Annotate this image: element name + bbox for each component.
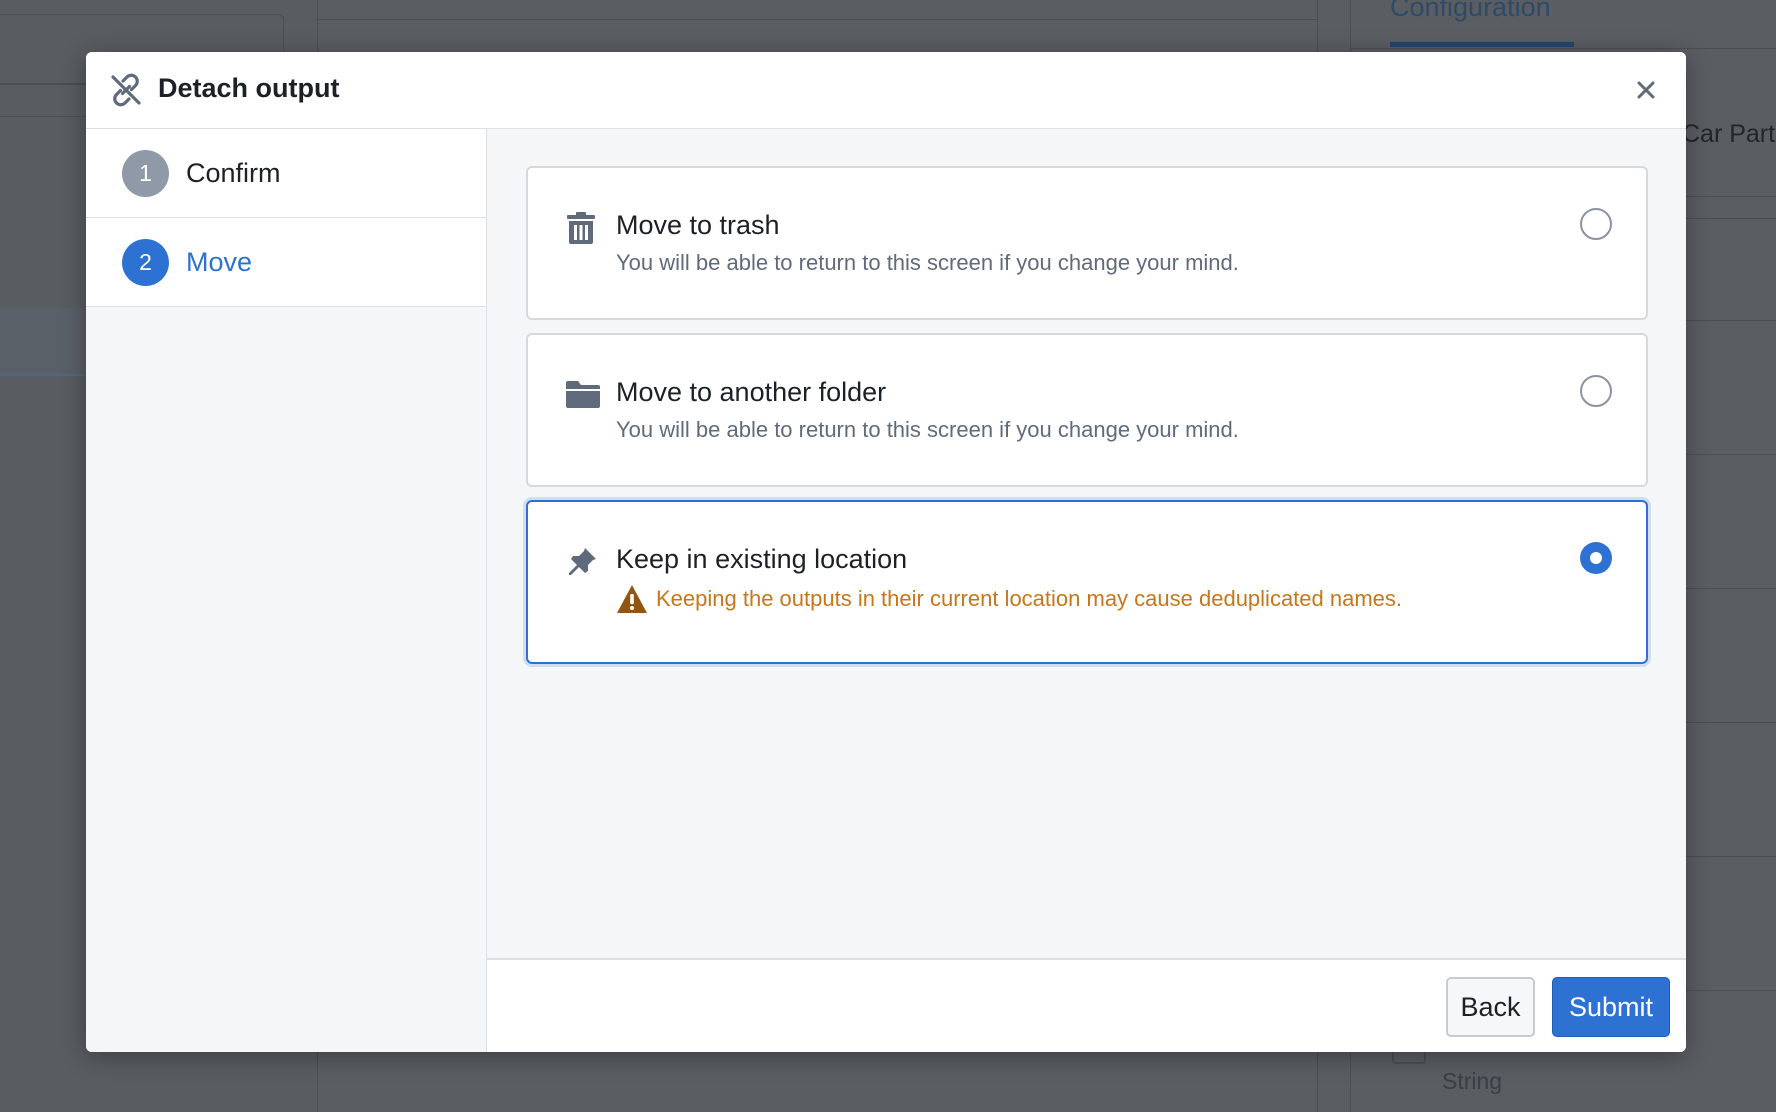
option-title: Move to trash [616, 210, 780, 240]
background-string-label: String [1442, 1068, 1503, 1094]
option-description: You will be able to return to this scree… [616, 250, 1239, 275]
background-divider [0, 84, 86, 85]
warning-triangle-icon [617, 585, 647, 613]
steps-sidebar: 1 Confirm 2 Move [86, 129, 487, 1052]
option-description: You will be able to return to this scree… [616, 417, 1239, 442]
background-tab-underline [1390, 42, 1574, 47]
background-car-part-text: Car Part [1682, 120, 1776, 148]
option-move-to-trash[interactable]: Move to trash You will be able to return… [526, 166, 1648, 320]
close-icon [1637, 81, 1655, 99]
radio-keep-in-existing-location[interactable] [1580, 542, 1612, 574]
option-keep-in-existing-location[interactable]: Keep in existing location Keeping the ou… [526, 500, 1648, 664]
step-number-badge: 2 [122, 238, 169, 286]
step-label: Confirm [186, 157, 281, 188]
background-center-header [318, 0, 1318, 20]
option-title: Move to another folder [616, 377, 887, 407]
dialog-header: Detach output [86, 52, 1686, 129]
background-configuration-tab: Configuration [1390, 0, 1551, 22]
option-warning: Keeping the outputs in their current loc… [616, 584, 1402, 614]
option-move-to-another-folder[interactable]: Move to another folder You will be able … [526, 333, 1648, 487]
step-confirm[interactable]: 1 Confirm [86, 129, 486, 218]
step-move[interactable]: 2 Move [86, 218, 486, 307]
submit-button[interactable]: Submit [1552, 977, 1670, 1037]
background-selected-row [0, 308, 86, 376]
detach-output-dialog: Detach output 1 Confirm 2 Move Move to t… [86, 52, 1686, 1052]
folder-icon [566, 379, 600, 411]
warning-text: Keeping the outputs in their current loc… [656, 586, 1403, 611]
back-button[interactable]: Back [1446, 977, 1535, 1037]
background-divider [0, 116, 86, 117]
close-button[interactable] [1630, 74, 1662, 106]
radio-move-to-trash[interactable] [1580, 208, 1612, 240]
trash-icon [566, 212, 598, 244]
step-label: Move [186, 246, 253, 277]
move-options-panel: Move to trash You will be able to return… [487, 129, 1686, 961]
step-number-badge: 1 [122, 149, 169, 197]
dialog-title: Detach output [158, 73, 340, 103]
background-divider [1350, 48, 1776, 49]
dialog-footer: Back Submit [487, 958, 1686, 1052]
unlink-icon [108, 72, 144, 108]
pin-icon [566, 546, 598, 578]
option-title: Keep in existing location [616, 544, 908, 574]
radio-move-to-another-folder[interactable] [1580, 375, 1612, 407]
